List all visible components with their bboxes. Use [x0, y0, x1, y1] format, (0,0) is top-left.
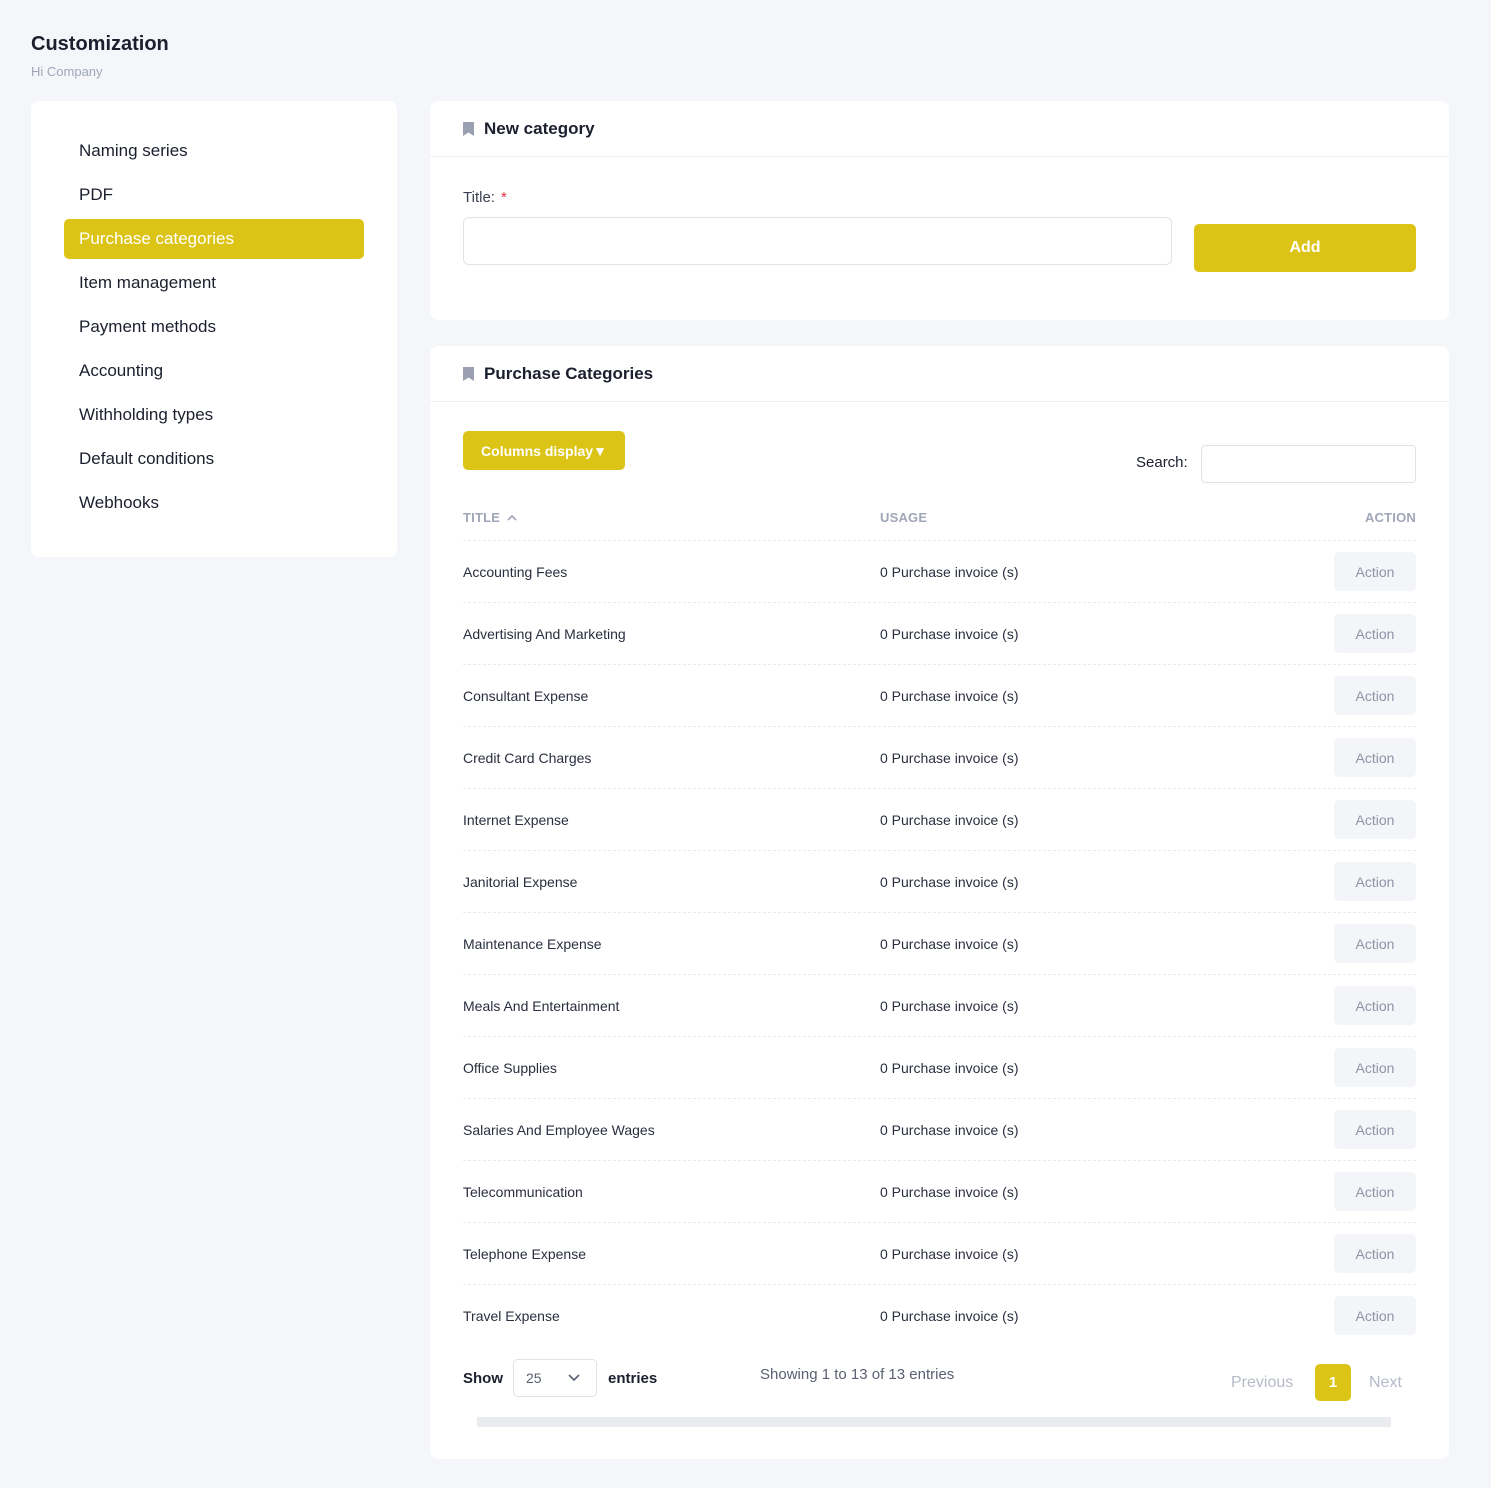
page-header: Customization Hi Company	[31, 33, 169, 79]
row-action-button[interactable]: Action	[1334, 552, 1416, 591]
title-input[interactable]	[463, 217, 1172, 265]
search-input[interactable]	[1201, 445, 1416, 483]
row-action-button[interactable]: Action	[1334, 800, 1416, 839]
sidebar-item-purchase-categories[interactable]: Purchase categories	[64, 219, 364, 259]
category-title: Janitorial Expense	[463, 873, 578, 890]
page-length-select[interactable]: 25	[513, 1359, 597, 1397]
sidebar-item-withholding-types[interactable]: Withholding types	[64, 395, 364, 435]
row-action-button[interactable]: Action	[1334, 676, 1416, 715]
category-usage: 0 Purchase invoice (s)	[880, 687, 1019, 704]
sidebar-item-webhooks[interactable]: Webhooks	[64, 483, 364, 523]
table-row: Janitorial Expense 0 Purchase invoice (s)…	[463, 850, 1416, 912]
column-header-usage[interactable]: USAGE	[880, 510, 927, 525]
category-title: Meals And Entertainment	[463, 997, 620, 1014]
category-title: Maintenance Expense	[463, 935, 602, 952]
row-action-button[interactable]: Action	[1334, 1172, 1416, 1211]
chevron-down-icon	[568, 1374, 580, 1382]
new-category-header: New category	[430, 101, 1449, 157]
table-row: Maintenance Expense 0 Purchase invoice (s…	[463, 912, 1416, 974]
category-usage: 0 Purchase invoice (s)	[880, 935, 1019, 952]
categories-table-body: Accounting Fees 0 Purchase invoice (s) Act…	[463, 540, 1416, 1346]
category-title: Advertising And Marketing	[463, 625, 626, 642]
category-title: Accounting Fees	[463, 563, 568, 580]
category-title: Internet Expense	[463, 811, 569, 828]
sidebar-item-naming-series[interactable]: Naming series	[64, 131, 364, 171]
bookmark-icon	[463, 366, 474, 381]
purchase-categories-title: Purchase Categories	[484, 363, 654, 383]
show-label: Show	[463, 1370, 503, 1387]
category-title: Salaries And Employee Wages	[463, 1121, 655, 1138]
row-action-button[interactable]: Action	[1334, 1296, 1416, 1335]
category-usage: 0 Purchase invoice (s)	[880, 625, 1019, 642]
category-title: Telecommunication	[463, 1183, 583, 1200]
category-usage: 0 Purchase invoice (s)	[880, 997, 1019, 1014]
table-row: Travel Expense 0 Purchase invoice (s) Acti…	[463, 1284, 1416, 1346]
row-action-button[interactable]: Action	[1334, 1234, 1416, 1273]
purchase-categories-card: Purchase Categories Columns display▼ Sea…	[430, 346, 1449, 1459]
category-title: Travel Expense	[463, 1307, 560, 1324]
row-action-button[interactable]: Action	[1334, 1048, 1416, 1087]
category-title: Telephone Expense	[463, 1245, 586, 1262]
required-marker: *	[500, 189, 507, 206]
page-title: Customization	[31, 33, 169, 55]
category-usage: 0 Purchase invoice (s)	[880, 873, 1019, 890]
table-row: Meals And Entertainment 0 Purchase invoic…	[463, 974, 1416, 1036]
category-usage: 0 Purchase invoice (s)	[880, 563, 1019, 580]
category-title: Consultant Expense	[463, 687, 589, 704]
category-usage: 0 Purchase invoice (s)	[880, 1121, 1019, 1138]
purchase-categories-header: Purchase Categories	[430, 346, 1449, 402]
table-row: Telecommunication 0 Purchase invoice (s) A…	[463, 1160, 1416, 1222]
table-row: Credit Card Charges 0 Purchase invoice (s…	[463, 726, 1416, 788]
table-row: Internet Expense 0 Purchase invoice (s) Ac…	[463, 788, 1416, 850]
table-row: Salaries And Employee Wages 0 Purchase in…	[463, 1098, 1416, 1160]
column-header-title[interactable]: TITLE	[463, 510, 517, 525]
sidebar-item-accounting[interactable]: Accounting	[64, 351, 364, 391]
new-category-title: New category	[484, 118, 595, 138]
sidebar-item-payment-methods[interactable]: Payment methods	[64, 307, 364, 347]
category-title: Office Supplies	[463, 1059, 557, 1076]
row-action-button[interactable]: Action	[1334, 738, 1416, 777]
page-subtitle: Hi Company	[31, 64, 103, 79]
new-category-card: New category Title: * Add	[430, 101, 1449, 320]
horizontal-scrollbar[interactable]	[477, 1417, 1391, 1427]
search-label: Search:	[1136, 454, 1188, 471]
row-action-button[interactable]: Action	[1334, 862, 1416, 901]
sort-ascending-icon	[507, 514, 517, 521]
category-usage: 0 Purchase invoice (s)	[880, 1245, 1019, 1262]
pagination-previous[interactable]: Previous	[1231, 1374, 1293, 1392]
table-row: Advertising And Marketing 0 Purchase invo…	[463, 602, 1416, 664]
title-label-text: Title:	[463, 189, 495, 206]
table-row: Office Supplies 0 Purchase invoice (s) Act…	[463, 1036, 1416, 1098]
category-usage: 0 Purchase invoice (s)	[880, 1307, 1019, 1324]
category-usage: 0 Purchase invoice (s)	[880, 1059, 1019, 1076]
table-info: Showing 1 to 13 of 13 entries	[760, 1366, 955, 1383]
row-action-button[interactable]: Action	[1334, 1110, 1416, 1149]
table-row: Telephone Expense 0 Purchase invoice (s) A…	[463, 1222, 1416, 1284]
category-title: Credit Card Charges	[463, 749, 592, 766]
table-row: Consultant Expense 0 Purchase invoice (s)…	[463, 664, 1416, 726]
column-header-action: ACTION	[1364, 510, 1416, 525]
column-header-title-label: TITLE	[463, 510, 501, 525]
entries-label: entries	[608, 1370, 658, 1387]
category-usage: 0 Purchase invoice (s)	[880, 749, 1019, 766]
page-length-value: 25	[526, 1370, 542, 1386]
row-action-button[interactable]: Action	[1334, 986, 1416, 1025]
pagination-page-1[interactable]: 1	[1315, 1364, 1351, 1401]
table-row: Accounting Fees 0 Purchase invoice (s) Act…	[463, 540, 1416, 602]
title-label: Title: *	[463, 189, 507, 206]
settings-sidebar: Naming series PDF Purchase categories It…	[31, 101, 397, 557]
add-button[interactable]: Add	[1194, 224, 1416, 272]
row-action-button[interactable]: Action	[1334, 924, 1416, 963]
bookmark-icon	[463, 121, 474, 136]
category-usage: 0 Purchase invoice (s)	[880, 811, 1019, 828]
sidebar-item-pdf[interactable]: PDF	[64, 175, 364, 215]
category-usage: 0 Purchase invoice (s)	[880, 1183, 1019, 1200]
row-action-button[interactable]: Action	[1334, 614, 1416, 653]
pagination-next[interactable]: Next	[1369, 1374, 1402, 1392]
sidebar-item-item-management[interactable]: Item management	[64, 263, 364, 303]
sidebar-item-default-conditions[interactable]: Default conditions	[64, 439, 364, 479]
columns-display-button[interactable]: Columns display▼	[463, 431, 625, 470]
